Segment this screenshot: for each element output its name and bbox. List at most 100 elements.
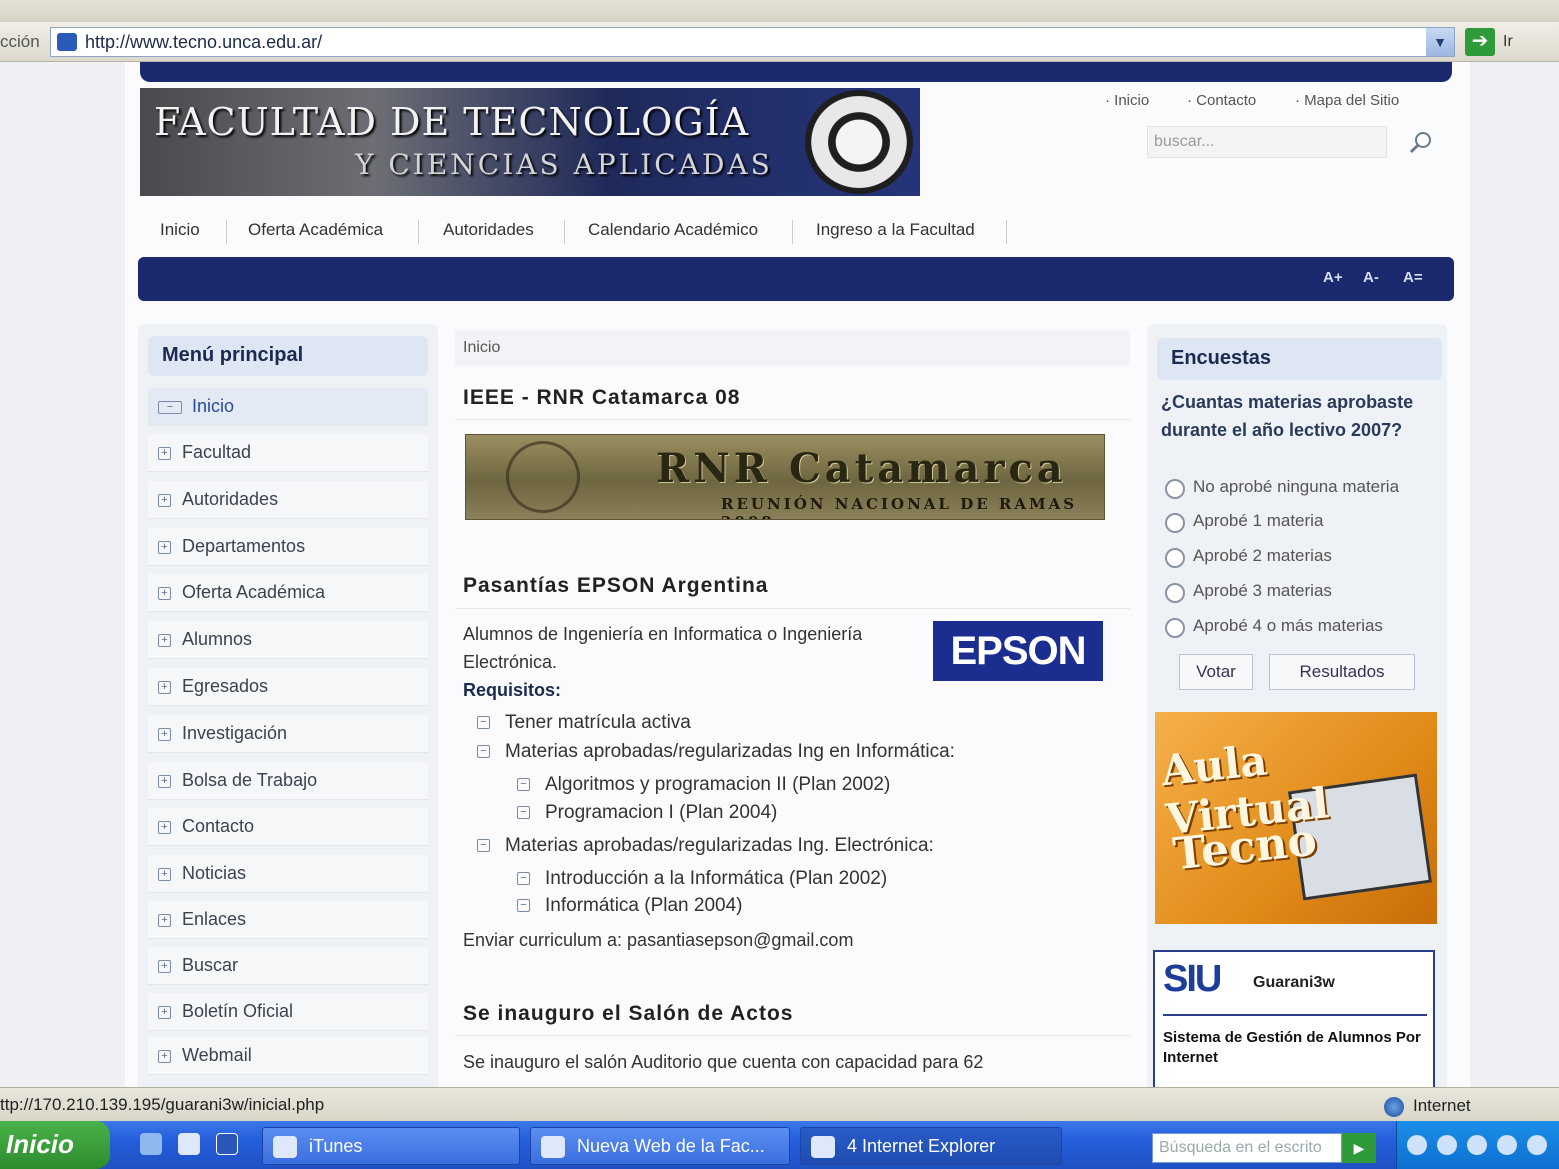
plus-icon: + xyxy=(158,960,171,973)
task-itunes[interactable]: iTunes xyxy=(262,1127,520,1165)
list-item-label: Informática (Plan 2004) xyxy=(545,895,743,916)
chevron-down-icon[interactable]: ▼ xyxy=(1426,28,1454,56)
menu-item-facultad[interactable]: + Facultad xyxy=(148,434,428,472)
search-go-icon[interactable]: ▶ xyxy=(1342,1133,1376,1163)
poll-option[interactable]: Aprobé 1 materia xyxy=(1165,508,1420,538)
requirements-heading: Requisitos: xyxy=(463,680,562,700)
task-nueva-web[interactable]: Nueva Web de la Fac... xyxy=(530,1127,790,1165)
menu-item-label: Bolsa de Trabajo xyxy=(182,770,318,790)
siu-guarani-banner[interactable]: SIU Guarani3w Sistema de Gestión de Alum… xyxy=(1153,950,1435,1087)
start-button[interactable]: Inicio xyxy=(0,1121,110,1169)
back-arrow-icon[interactable] xyxy=(1407,1135,1427,1155)
menu-item-boletin[interactable]: + Boletín Oficial xyxy=(148,993,428,1031)
poll-option-label: Aprobé 3 materias xyxy=(1193,581,1332,600)
menu-item-inicio[interactable]: − Inicio xyxy=(148,388,428,426)
plus-icon: + xyxy=(158,775,171,788)
task-internet-explorer[interactable]: 4 Internet Explorer xyxy=(800,1127,1062,1165)
article-title[interactable]: IEEE - RNR Catamarca 08 xyxy=(463,386,740,410)
menu-item-label: Alumnos xyxy=(182,629,253,649)
list-item-label: Materias aprobadas/regularizadas Ing en … xyxy=(505,741,955,762)
address-url[interactable]: http://www.tecno.unca.edu.ar/ xyxy=(85,32,322,53)
word-icon[interactable] xyxy=(216,1133,238,1155)
font-decrease-icon[interactable]: A- xyxy=(1363,269,1379,286)
search-icon[interactable] xyxy=(1408,130,1434,156)
menu-item-bolsa[interactable]: + Bolsa de Trabajo xyxy=(148,762,428,800)
nav-autoridades[interactable]: Autoridades xyxy=(443,220,534,240)
globe-icon xyxy=(1384,1097,1404,1117)
siu-app-name: Guarani3w xyxy=(1253,974,1335,991)
toplink-inicio[interactable]: · Inicio xyxy=(1105,92,1149,109)
network-icon[interactable] xyxy=(1437,1135,1457,1155)
go-arrow-icon[interactable]: ➔ xyxy=(1465,28,1495,56)
radio-button[interactable] xyxy=(1165,513,1185,533)
radio-button[interactable] xyxy=(1165,618,1185,638)
poll-option[interactable]: Aprobé 3 materias xyxy=(1165,578,1420,608)
font-increase-icon[interactable]: A+ xyxy=(1323,269,1343,286)
rnr-banner[interactable]: RNR Catamarca REUNIÓN NACIONAL DE RAMAS … xyxy=(465,434,1105,520)
status-bar: ttp://170.210.139.195/guarani3w/inicial.… xyxy=(0,1087,1559,1121)
menu-item-autoridades[interactable]: + Autoridades xyxy=(148,481,428,519)
nav-oferta[interactable]: Oferta Académica xyxy=(248,220,383,240)
radio-button[interactable] xyxy=(1165,583,1185,603)
search-input[interactable]: buscar... xyxy=(1147,126,1387,158)
article-title[interactable]: Se inauguro el Salón de Actos xyxy=(463,1002,793,1026)
go-button[interactable]: Ir xyxy=(1503,33,1513,51)
main-nav: Inicio Oferta Académica Autoridades Cale… xyxy=(140,214,1452,250)
nav-calendario[interactable]: Calendario Académico xyxy=(588,220,758,240)
messenger-icon[interactable] xyxy=(1497,1135,1517,1155)
volume-icon[interactable] xyxy=(1527,1135,1547,1155)
favicon-icon xyxy=(57,33,77,51)
radio-button[interactable] xyxy=(1165,479,1185,499)
menu-item-contacto[interactable]: + Contacto xyxy=(148,808,428,846)
poll-option-label: Aprobé 2 materias xyxy=(1193,546,1332,565)
article-text: Se inauguro el salón Auditorio que cuent… xyxy=(463,1052,984,1072)
desktop-search-input[interactable]: Búsqueda en el escrito xyxy=(1152,1133,1342,1163)
menu-item-webmail[interactable]: + Webmail xyxy=(148,1037,428,1075)
nav-ingreso[interactable]: Ingreso a la Facultad xyxy=(816,220,975,240)
divider xyxy=(455,608,1130,609)
plus-icon: + xyxy=(158,821,171,834)
toplink-mapa[interactable]: · Mapa del Sitio xyxy=(1295,92,1399,109)
list-item-label: Algoritmos y programacion II (Plan 2002) xyxy=(545,774,891,795)
address-input[interactable]: http://www.tecno.unca.edu.ar/ ▼ xyxy=(50,27,1455,57)
menu-item-noticias[interactable]: + Noticias xyxy=(148,855,428,893)
plus-icon: + xyxy=(158,587,171,600)
document-icon xyxy=(541,1136,565,1158)
menu-item-buscar[interactable]: + Buscar xyxy=(148,947,428,985)
menu-item-egresados[interactable]: + Egresados xyxy=(148,668,428,706)
rnr-logo-icon xyxy=(506,441,580,513)
toplink-contacto[interactable]: · Contacto xyxy=(1187,92,1256,109)
poll-question: ¿Cuantas materias aprobaste durante el a… xyxy=(1161,392,1414,440)
usb-icon[interactable] xyxy=(1467,1135,1487,1155)
system-tray xyxy=(1396,1121,1559,1169)
poll-option[interactable]: Aprobé 4 o más materias xyxy=(1165,613,1420,643)
plus-icon: + xyxy=(158,634,171,647)
radio-button[interactable] xyxy=(1165,548,1185,568)
poll-option[interactable]: Aprobé 2 materias xyxy=(1165,543,1420,573)
plus-icon: + xyxy=(158,1006,171,1019)
send-cv-text: Enviar curriculum a: pasantiasepson@gmai… xyxy=(463,930,854,950)
font-reset-icon[interactable]: A= xyxy=(1403,269,1423,286)
taskbar: Inicio iTunes Nueva Web de la Fac... 4 I… xyxy=(0,1121,1559,1169)
menu-item-label: Enlaces xyxy=(182,909,247,929)
menu-item-investigacion[interactable]: + Investigación xyxy=(148,715,428,753)
aula-virtual-banner[interactable]: Aula Virtual Tecno xyxy=(1155,712,1437,924)
faculty-banner[interactable]: FACULTAD DE TECNOLOGÍA Y CIENCIAS APLICA… xyxy=(140,88,920,196)
poll-option-label: No aprobé ninguna materia xyxy=(1193,477,1400,496)
menu-item-alumnos[interactable]: + Alumnos xyxy=(148,621,428,659)
menu-item-label: Boletín Oficial xyxy=(182,1001,294,1021)
menu-item-label: Inicio xyxy=(192,396,235,416)
menu-item-enlaces[interactable]: + Enlaces xyxy=(148,901,428,939)
menu-item-oferta[interactable]: + Oferta Académica xyxy=(148,574,428,612)
rnr-banner-subtitle: REUNIÓN NACIONAL DE RAMAS 2008 xyxy=(721,495,1078,519)
vote-button[interactable]: Votar xyxy=(1179,654,1253,690)
poll-option[interactable]: No aprobé ninguna materia xyxy=(1165,474,1420,504)
plus-icon: + xyxy=(158,868,171,881)
desktop-icon[interactable] xyxy=(140,1133,162,1155)
menu-item-departamentos[interactable]: + Departamentos xyxy=(148,528,428,566)
article-title[interactable]: Pasantías EPSON Argentina xyxy=(463,574,768,598)
nav-inicio[interactable]: Inicio xyxy=(160,220,200,240)
results-button[interactable]: Resultados xyxy=(1269,654,1415,690)
ie-icon[interactable] xyxy=(178,1133,200,1155)
nav-separator xyxy=(564,220,565,244)
